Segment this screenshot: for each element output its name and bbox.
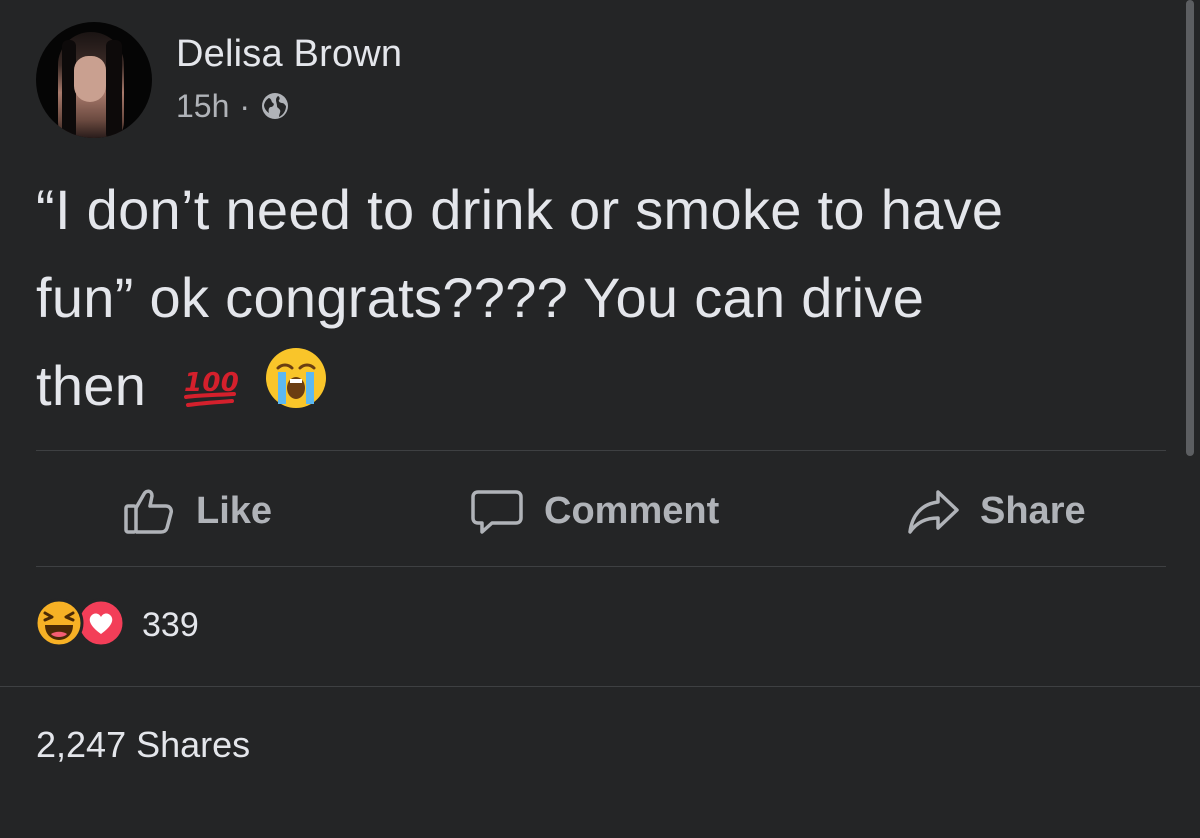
post-header: Delisa Brown 15h · — [36, 22, 402, 138]
comment-icon — [471, 490, 523, 534]
action-bar: Like Comment Share — [0, 476, 1200, 546]
avatar[interactable] — [36, 22, 152, 138]
post-text-line: “I don’t need to drink or smoke to have — [36, 178, 1004, 241]
haha-reaction-icon — [34, 598, 84, 653]
divider — [36, 450, 1166, 451]
post-text: “I don’t need to drink or smoke to have … — [36, 166, 1176, 435]
post-card: Delisa Brown 15h · “I don’t need to drin… — [0, 0, 1200, 838]
post-text-line: fun” ok congrats???? You can drive — [36, 266, 925, 329]
divider — [36, 566, 1166, 567]
reaction-summary[interactable]: 339 — [34, 598, 199, 653]
comment-label: Comment — [544, 489, 720, 532]
hundred-points-emoji: 100 — [182, 346, 240, 434]
loudly-crying-face-emoji — [264, 346, 328, 435]
comment-button[interactable]: Comment — [470, 476, 719, 546]
thumbs-up-icon — [124, 489, 173, 534]
timestamp[interactable]: 15h — [176, 87, 229, 125]
share-label: Share — [980, 489, 1086, 532]
shares-count[interactable]: 2,247 Shares — [36, 724, 250, 766]
timestamp-row: 15h · — [176, 87, 402, 125]
reaction-count: 339 — [142, 606, 199, 644]
post-text-line-last: then 100 — [36, 342, 1176, 435]
author-name[interactable]: Delisa Brown — [176, 31, 402, 77]
share-arrow-icon — [908, 490, 959, 534]
divider — [0, 686, 1200, 687]
like-label: Like — [196, 489, 273, 532]
post-text-line: then — [36, 354, 147, 417]
post-meta: Delisa Brown 15h · — [176, 31, 402, 125]
like-button[interactable]: Like — [122, 476, 272, 546]
share-button[interactable]: Share — [906, 476, 1086, 546]
separator-dot: · — [239, 88, 251, 124]
scrollbar[interactable] — [1186, 0, 1194, 456]
globe-icon — [260, 91, 290, 121]
